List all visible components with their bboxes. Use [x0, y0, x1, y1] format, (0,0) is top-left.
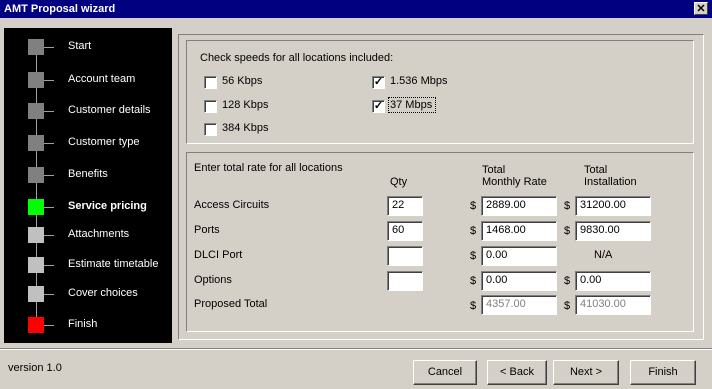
qty-ports[interactable]: 60	[387, 221, 423, 241]
install-access-circuits[interactable]: 31200.00	[575, 196, 651, 216]
step-service-pricing: Service pricing	[28, 199, 168, 215]
step-finish: Finish	[28, 317, 168, 333]
currency-sign: $	[470, 250, 477, 262]
total-install: 41030.00	[575, 295, 651, 315]
row-label-options: Options	[194, 274, 232, 286]
step-benefits: Benefits	[28, 167, 168, 183]
step-marker-icon	[28, 72, 44, 88]
checkbox-56kbps-label: 56 Kbps	[222, 75, 263, 87]
checkbox-56kbps[interactable]	[204, 76, 217, 89]
col-header-qty: Qty	[390, 176, 408, 188]
step-label: Customer details	[68, 104, 151, 116]
currency-sign: $	[470, 200, 477, 212]
rates-heading: Enter total rate for all locations	[194, 162, 343, 174]
step-marker-icon	[28, 199, 44, 215]
qty-dlci-port[interactable]	[387, 246, 423, 266]
qty-options[interactable]	[387, 271, 423, 291]
col-header-install-1: Total	[584, 164, 608, 176]
close-icon[interactable]: ✕	[694, 2, 708, 15]
currency-sign: $	[470, 300, 477, 312]
wizard-window: AMT Proposal wizard ✕ Start Account team…	[0, 0, 712, 389]
step-start: Start	[28, 39, 168, 55]
step-label: Finish	[68, 318, 98, 330]
currency-sign: $	[564, 275, 571, 287]
step-marker-icon	[28, 286, 44, 302]
monthly-options[interactable]: 0.00	[481, 271, 557, 291]
col-header-monthly-2: Monthly Rate	[482, 176, 547, 188]
step-customer-type: Customer type	[28, 135, 168, 151]
total-monthly: 4357.00	[481, 295, 557, 315]
step-marker-icon	[28, 167, 44, 183]
step-label: Service pricing	[68, 200, 147, 212]
step-cover-choices: Cover choices	[28, 286, 168, 302]
currency-sign: $	[470, 225, 477, 237]
currency-sign: $	[564, 300, 571, 312]
step-label: Start	[68, 40, 92, 52]
checkbox-384kbps[interactable]	[204, 123, 217, 136]
checkbox-1536mbps-label: 1.536 Mbps	[390, 75, 448, 87]
step-label: Benefits	[68, 168, 108, 180]
step-marker-icon	[28, 135, 44, 151]
step-attachments: Attachments	[28, 227, 168, 243]
currency-sign: $	[564, 200, 571, 212]
step-label: Estimate timetable	[68, 258, 159, 270]
checkbox-37mbps-label: 37 Mbps	[390, 99, 433, 111]
monthly-dlci-port[interactable]: 0.00	[481, 246, 557, 266]
window-title: AMT Proposal wizard	[4, 3, 116, 15]
col-header-monthly-1: Total	[482, 164, 506, 176]
step-marker-icon	[28, 227, 44, 243]
footer-separator	[0, 348, 712, 350]
step-label: Attachments	[68, 228, 130, 240]
monthly-access-circuits[interactable]: 2889.00	[481, 196, 557, 216]
finish-button[interactable]: Finish	[630, 360, 696, 385]
step-marker-icon	[28, 39, 44, 55]
row-label-access-circuits: Access Circuits	[194, 199, 270, 211]
checkbox-1536mbps[interactable]: ✓	[372, 76, 385, 89]
step-label: Cover choices	[68, 287, 138, 299]
checkbox-384kbps-label: 384 Kbps	[222, 122, 269, 134]
next-button[interactable]: Next >	[553, 360, 619, 385]
currency-sign: $	[564, 225, 571, 237]
step-customer-details: Customer details	[28, 103, 168, 119]
step-marker-icon	[28, 317, 44, 333]
checkbox-37mbps[interactable]: ✓	[372, 100, 385, 113]
step-estimate-timetable: Estimate timetable	[28, 257, 168, 273]
step-marker-icon	[28, 257, 44, 273]
row-label-ports: Ports	[194, 224, 220, 236]
currency-sign: $	[470, 275, 477, 287]
step-account-team: Account team	[28, 72, 168, 88]
speeds-heading: Check speeds for all locations included:	[200, 52, 394, 64]
cancel-button[interactable]: Cancel	[413, 360, 477, 385]
row-label-proposed-total: Proposed Total	[194, 298, 268, 310]
qty-access-circuits[interactable]: 22	[387, 196, 423, 216]
version-label: version 1.0	[8, 362, 62, 374]
col-header-install-2: Installation	[584, 176, 637, 188]
install-dlci-port-na: N/A	[594, 249, 613, 261]
monthly-ports[interactable]: 1468.00	[481, 221, 557, 241]
title-bar: AMT Proposal wizard ✕	[0, 0, 712, 18]
step-label: Account team	[68, 73, 136, 85]
install-options[interactable]: 0.00	[575, 271, 651, 291]
back-button[interactable]: < Back	[487, 360, 547, 385]
checkbox-128kbps[interactable]	[204, 100, 217, 113]
row-label-dlci-port: DLCI Port	[194, 249, 243, 261]
checkbox-128kbps-label: 128 Kbps	[222, 99, 269, 111]
step-label: Customer type	[68, 136, 140, 148]
install-ports[interactable]: 9830.00	[575, 221, 651, 241]
step-marker-icon	[28, 103, 44, 119]
wizard-steps-sidebar: Start Account team Customer details Cust…	[4, 28, 172, 343]
